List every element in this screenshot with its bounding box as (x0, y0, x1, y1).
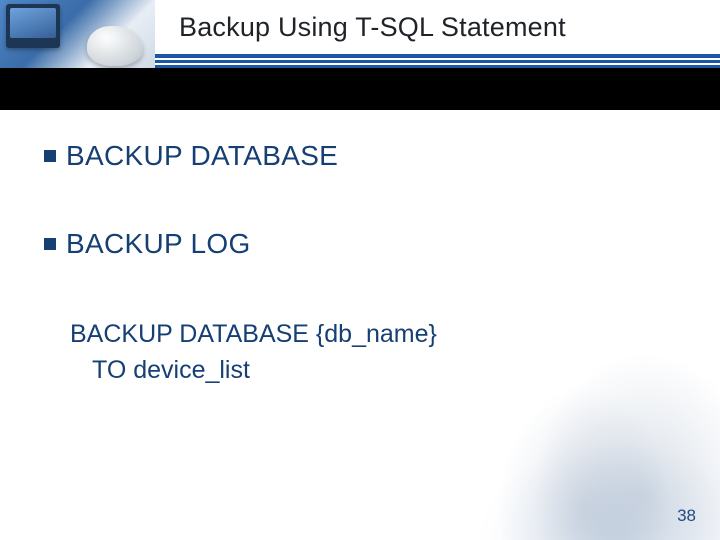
title-bar: Backup Using T-SQL Statement (155, 0, 720, 54)
header-thumbnail (0, 0, 155, 68)
code-line: BACKUP DATABASE {db_name} (70, 316, 680, 352)
bullet-item: BACKUP LOG (44, 228, 680, 260)
page-number: 38 (677, 506, 696, 526)
square-bullet-icon (44, 150, 56, 162)
code-line: TO device_list (70, 352, 680, 388)
header-black-band (0, 68, 720, 110)
slide-title: Backup Using T-SQL Statement (179, 12, 566, 43)
slide-header: Backup Using T-SQL Statement (0, 0, 720, 110)
bullet-item: BACKUP DATABASE (44, 140, 680, 172)
bullet-text: BACKUP DATABASE (66, 140, 338, 172)
title-underline (155, 54, 720, 68)
slide-content: BACKUP DATABASE BACKUP LOG BACKUP DATABA… (0, 140, 720, 389)
mouse-icon (87, 26, 143, 66)
square-bullet-icon (44, 238, 56, 250)
code-block: BACKUP DATABASE {db_name} TO device_list (44, 316, 680, 389)
bullet-text: BACKUP LOG (66, 228, 251, 260)
monitor-icon (6, 4, 60, 48)
